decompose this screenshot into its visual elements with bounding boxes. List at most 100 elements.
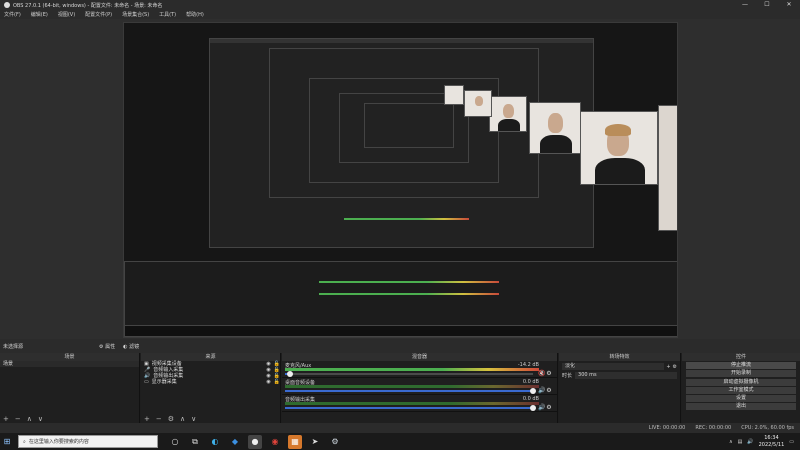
- sources-header: 来源: [141, 353, 280, 361]
- controls-header: 控件: [682, 353, 800, 361]
- search-placeholder: 在这里输入你要搜索的内容: [28, 439, 89, 445]
- preview-canvas[interactable]: [123, 22, 678, 338]
- exit-button[interactable]: 退出: [686, 403, 796, 411]
- volume-fader[interactable]: [285, 388, 536, 394]
- app-icon-arrow[interactable]: ➤: [308, 435, 322, 449]
- add-scene-button[interactable]: +: [3, 415, 9, 423]
- move-source-up-button[interactable]: ∧: [180, 415, 185, 423]
- move-source-down-button[interactable]: ∨: [191, 415, 196, 423]
- obs-logo-icon: [4, 2, 10, 8]
- menu-tools[interactable]: 工具(T): [159, 11, 176, 18]
- scenes-panel: 场景 场景 + − ∧ ∨: [0, 353, 140, 423]
- filters-label: 滤镜: [129, 343, 140, 350]
- nested-capture-5: [364, 103, 454, 148]
- close-button[interactable]: ✕: [778, 0, 800, 10]
- minimize-button[interactable]: —: [734, 0, 756, 10]
- move-scene-down-button[interactable]: ∨: [38, 415, 43, 423]
- source-settings-button[interactable]: ⚙: [168, 415, 174, 423]
- weibo-icon[interactable]: ◉: [268, 435, 282, 449]
- mixer-track: 桌面音频设备 0.0 dB 🔊 ⚙: [282, 378, 557, 395]
- obs-app-icon[interactable]: ●: [248, 434, 262, 449]
- move-scene-up-button[interactable]: ∧: [27, 415, 32, 423]
- steam-icon[interactable]: ⚙: [328, 435, 342, 449]
- start-virtual-camera-button[interactable]: 启动虚拟摄像机: [686, 378, 796, 386]
- task-view-icon[interactable]: ○: [168, 435, 182, 449]
- stop-streaming-button[interactable]: 停止推流: [686, 362, 796, 370]
- add-source-button[interactable]: +: [144, 415, 150, 423]
- properties-label: 属性: [105, 343, 116, 350]
- duration-input[interactable]: 300 ms: [575, 372, 677, 379]
- edge-browser-icon[interactable]: ◐: [208, 435, 222, 449]
- remove-source-button[interactable]: −: [156, 415, 162, 423]
- volume-fader[interactable]: [285, 405, 536, 411]
- nested-meter-3: [344, 218, 469, 220]
- volume-fader[interactable]: [285, 371, 533, 377]
- volume-icon[interactable]: 🔊: [747, 439, 753, 445]
- clock-time: 16:34: [764, 435, 779, 441]
- scene-item[interactable]: 场景: [0, 361, 139, 367]
- fader-fill-2: [285, 407, 533, 409]
- gear-icon[interactable]: ⚙: [544, 404, 554, 411]
- nested-meter-1: [319, 281, 499, 283]
- menu-scene-collection[interactable]: 场景集合(S): [122, 11, 149, 18]
- fader-knob-1[interactable]: [530, 388, 536, 394]
- taskbar-app-icon[interactable]: ⧉: [188, 435, 202, 449]
- start-recording-button[interactable]: 开始录制: [686, 370, 796, 378]
- menu-view[interactable]: 视图(V): [58, 11, 75, 18]
- vscode-icon[interactable]: ◆: [228, 435, 242, 449]
- tray-chevron-icon[interactable]: ∧: [729, 439, 733, 445]
- taskbar-search[interactable]: ⌕ 在这里输入你要搜索的内容: [18, 435, 158, 448]
- menu-bar: 文件(F) 编辑(E) 视图(V) 配置文件(P) 场景集合(S) 工具(T) …: [0, 10, 800, 19]
- webcam-feed-echo-5: [444, 85, 464, 105]
- menu-file[interactable]: 文件(F): [4, 11, 21, 18]
- filters-button[interactable]: ◐ 滤镜: [123, 343, 139, 350]
- mixer-header: 混音器: [282, 353, 557, 361]
- lock-icon[interactable]: 🔓: [274, 379, 280, 385]
- gear-icon[interactable]: ⚙: [544, 387, 554, 394]
- menu-help[interactable]: 帮助(H): [186, 11, 204, 18]
- menu-profile[interactable]: 配置文件(P): [85, 11, 112, 18]
- network-icon[interactable]: ▤: [738, 439, 743, 445]
- mixer-track: 音频输出采集 0.0 dB 🔊 ⚙: [282, 395, 557, 412]
- volume-meter: [285, 402, 539, 405]
- remove-scene-button[interactable]: −: [15, 415, 21, 423]
- transition-settings-icon[interactable]: ⚙: [673, 364, 677, 370]
- sources-panel: 来源 ▣ 视频采集设备 ◉ 🔓 🎤 音频输入采集 ◉ 🔓 🔊 音频输出采集 ◉ 🔓 ▭…: [141, 353, 281, 423]
- nested-obs-window: [124, 261, 677, 333]
- notification-icon[interactable]: ▭: [789, 439, 794, 445]
- settings-button[interactable]: 设置: [686, 394, 796, 402]
- cpu-fps: CPU: 2.0%, 60.00 fps: [741, 425, 794, 431]
- title-bar: OBS 27.0.1 (64-bit, windows) - 配置文件: 未命名…: [0, 0, 800, 10]
- scenes-header: 场景: [0, 353, 139, 361]
- mixer-track: 麦克风/Aux -14.2 dB 🔇 ⚙: [282, 361, 557, 378]
- transition-select[interactable]: 淡化: [562, 363, 665, 370]
- transitions-header: 转场特效: [559, 353, 680, 361]
- maximize-button[interactable]: ☐: [756, 0, 778, 10]
- mixer-panel: 混音器 麦克风/Aux -14.2 dB 🔇 ⚙ 桌面音频设备 0.0 dB 🔊…: [282, 353, 558, 423]
- clock[interactable]: 16:34 2022/5/11: [759, 435, 785, 449]
- search-icon: ⌕: [23, 438, 26, 445]
- nested-taskbar: [124, 325, 677, 337]
- monitor-icon: ▭: [144, 379, 149, 385]
- fader-fill-1: [285, 390, 533, 392]
- webcam-feed-echo-4: [464, 90, 492, 117]
- source-item[interactable]: ▭ 显示器采集 ◉ 🔓: [141, 379, 280, 385]
- studio-mode-button[interactable]: 工作室模式: [686, 386, 796, 394]
- status-bar: LIVE: 00:00:00 REC: 00:00:00 CPU: 2.0%, …: [0, 423, 800, 433]
- transitions-panel: 转场特效 淡化 + ⚙ 时长 300 ms: [559, 353, 681, 423]
- fader-knob-2[interactable]: [530, 405, 536, 411]
- menu-edit[interactable]: 编辑(E): [31, 11, 48, 18]
- eye-icon[interactable]: ◉: [266, 379, 270, 385]
- windows-start-icon[interactable]: ⊞: [0, 433, 14, 450]
- fader-knob-0[interactable]: [286, 371, 293, 377]
- taskbar: ⊞ ⌕ 在这里输入你要搜索的内容 ○ ⧉ ◐ ◆ ● ◉ ▦ ➤ ⚙ ∧ ▤ 🔊…: [0, 433, 800, 450]
- volume-meter: [285, 385, 539, 388]
- sources-footer: + − ⚙ ∧ ∨: [141, 414, 280, 423]
- properties-button[interactable]: ⚙ 属性: [99, 343, 115, 350]
- gear-icon[interactable]: ⚙: [544, 370, 554, 377]
- controls-panel: 控件 停止推流 开始录制 启动虚拟摄像机 工作室模式 设置 退出: [682, 353, 800, 423]
- system-tray: ∧ ▤ 🔊 16:34 2022/5/11 ▭: [729, 434, 794, 450]
- app-icon-orange[interactable]: ▦: [288, 434, 302, 449]
- add-transition-button[interactable]: +: [666, 364, 670, 370]
- nested-meter-2: [319, 293, 499, 295]
